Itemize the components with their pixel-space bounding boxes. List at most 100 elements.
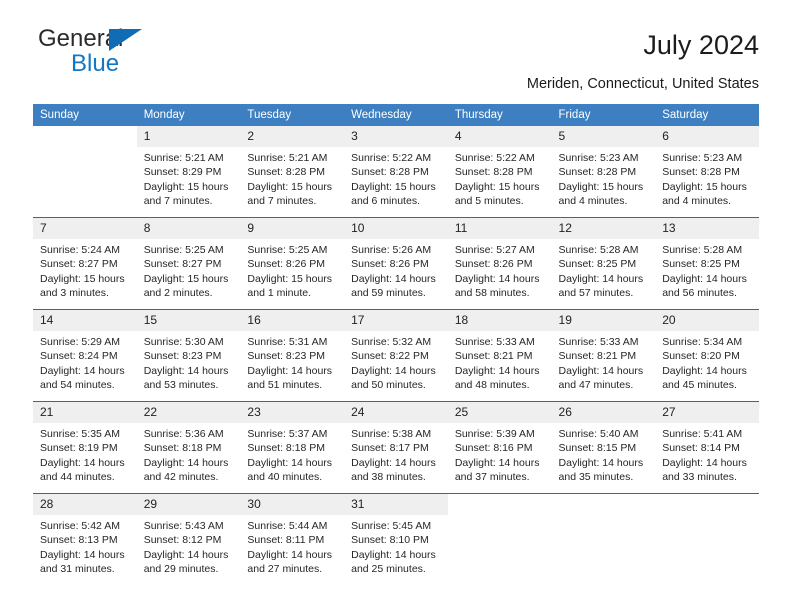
sunset-line: Sunset: 8:26 PM xyxy=(247,258,326,271)
sunrise-line: Sunrise: 5:36 AM xyxy=(143,428,224,440)
day-details: Sunrise: 5:24 AM Sunset: 8:27 PM Daylight:… xyxy=(33,239,137,301)
calendar-day-cell[interactable]: 19 Sunrise: 5:33 AM Sunset: 8:21 PM Dayligh… xyxy=(551,309,656,402)
calendar-day-cell[interactable]: 2 Sunrise: 5:21 AM Sunset: 8:28 PM Daylight… xyxy=(240,126,345,218)
calendar-day-cell[interactable]: 5 Sunrise: 5:23 AM Sunset: 8:28 PM Daylight… xyxy=(551,126,656,218)
calendar-day-cell[interactable]: 21 Sunrise: 5:35 AM Sunset: 8:19 PM Dayligh… xyxy=(33,401,137,494)
calendar-day-cell[interactable]: 28 Sunrise: 5:42 AM Sunset: 8:13 PM Dayligh… xyxy=(33,493,137,585)
sunset-line: Sunset: 8:20 PM xyxy=(662,350,740,363)
calendar-day-cell[interactable] xyxy=(33,126,137,218)
daylight-line-1: Daylight: 14 hours xyxy=(351,272,436,285)
day-number: 31 xyxy=(344,494,448,515)
day-details: Sunrise: 5:21 AM Sunset: 8:29 PM Daylight:… xyxy=(137,147,241,209)
calendar-day-cell[interactable]: 17 Sunrise: 5:32 AM Sunset: 8:22 PM Dayligh… xyxy=(344,309,448,402)
daylight-line-1: Daylight: 14 hours xyxy=(662,272,747,285)
calendar-day-cell[interactable]: 27 Sunrise: 5:41 AM Sunset: 8:14 PM Dayligh… xyxy=(655,401,759,494)
day-details xyxy=(33,147,137,151)
calendar-day-cell[interactable]: 6 Sunrise: 5:23 AM Sunset: 8:28 PM Daylight… xyxy=(655,126,759,218)
day-number xyxy=(33,126,137,147)
sunrise-line: Sunrise: 5:21 AM xyxy=(143,152,224,164)
calendar-day-cell[interactable]: 31 Sunrise: 5:45 AM Sunset: 8:10 PM Dayligh… xyxy=(344,493,448,585)
calendar-day-cell[interactable]: 12 Sunrise: 5:28 AM Sunset: 8:25 PM Dayligh… xyxy=(551,217,656,310)
calendar-day-cell[interactable] xyxy=(447,493,552,585)
sunrise-line: Sunrise: 5:22 AM xyxy=(454,152,535,164)
sunset-line: Sunset: 8:28 PM xyxy=(351,166,429,179)
calendar-day-cell[interactable]: 26 Sunrise: 5:40 AM Sunset: 8:15 PM Dayligh… xyxy=(551,401,656,494)
calendar-day-cell[interactable]: 1 Sunrise: 5:21 AM Sunset: 8:29 PM Daylight… xyxy=(136,126,241,218)
daylight-line-2: and 53 minutes. xyxy=(143,379,219,392)
weekday-header-friday: Friday xyxy=(551,104,656,126)
daylight-line-2: and 45 minutes. xyxy=(662,379,737,392)
calendar-day-cell[interactable]: 11 Sunrise: 5:27 AM Sunset: 8:26 PM Dayligh… xyxy=(447,217,552,310)
calendar-day-cell[interactable]: 20 Sunrise: 5:34 AM Sunset: 8:20 PM Dayligh… xyxy=(655,309,759,402)
sunrise-line: Sunrise: 5:41 AM xyxy=(662,428,743,440)
calendar-day-cell[interactable]: 23 Sunrise: 5:37 AM Sunset: 8:18 PM Dayligh… xyxy=(240,401,345,494)
daylight-line-2: and 51 minutes. xyxy=(247,379,323,392)
day-number xyxy=(552,494,656,515)
calendar-day-cell[interactable]: 22 Sunrise: 5:36 AM Sunset: 8:18 PM Dayligh… xyxy=(136,401,241,494)
calendar-day-cell[interactable] xyxy=(551,493,656,585)
sunrise-sunset-calendar: Sunday Monday Tuesday Wednesday Thursday… xyxy=(33,104,759,585)
sunrise-line: Sunrise: 5:33 AM xyxy=(454,336,535,348)
day-details: Sunrise: 5:34 AM Sunset: 8:20 PM Daylight:… xyxy=(655,331,759,393)
calendar-day-cell[interactable]: 3 Sunrise: 5:22 AM Sunset: 8:28 PM Daylight… xyxy=(344,126,448,218)
sunset-line: Sunset: 8:29 PM xyxy=(143,166,222,179)
day-details: Sunrise: 5:35 AM Sunset: 8:19 PM Daylight:… xyxy=(33,423,137,485)
daylight-line-1: Daylight: 15 hours xyxy=(40,272,125,285)
sunrise-line: Sunrise: 5:32 AM xyxy=(351,336,432,348)
day-number: 15 xyxy=(136,310,241,331)
sunrise-line: Sunrise: 5:23 AM xyxy=(558,152,639,164)
daylight-line-1: Daylight: 14 hours xyxy=(454,272,540,285)
calendar-day-cell[interactable]: 8 Sunrise: 5:25 AM Sunset: 8:27 PM Daylight… xyxy=(136,217,241,310)
calendar-day-cell[interactable]: 4 Sunrise: 5:22 AM Sunset: 8:28 PM Daylight… xyxy=(447,126,552,218)
daylight-line-2: and 50 minutes. xyxy=(351,379,426,392)
daylight-line-1: Daylight: 14 hours xyxy=(558,272,644,285)
calendar-day-cell[interactable]: 24 Sunrise: 5:38 AM Sunset: 8:17 PM Dayligh… xyxy=(344,401,448,494)
calendar-day-cell[interactable]: 10 Sunrise: 5:26 AM Sunset: 8:26 PM Dayligh… xyxy=(344,217,448,310)
sunrise-line: Sunrise: 5:27 AM xyxy=(454,244,535,256)
day-details: Sunrise: 5:21 AM Sunset: 8:28 PM Daylight:… xyxy=(240,147,344,209)
calendar-week-row: 21 Sunrise: 5:35 AM Sunset: 8:19 PM Dayligh… xyxy=(33,401,759,494)
day-details: Sunrise: 5:40 AM Sunset: 8:15 PM Daylight:… xyxy=(552,423,656,485)
sunrise-line: Sunrise: 5:45 AM xyxy=(351,520,432,532)
sunset-line: Sunset: 8:18 PM xyxy=(143,442,222,455)
daylight-line-2: and 42 minutes. xyxy=(143,471,219,484)
calendar-day-cell[interactable]: 15 Sunrise: 5:30 AM Sunset: 8:23 PM Dayligh… xyxy=(136,309,241,402)
calendar-day-cell[interactable]: 16 Sunrise: 5:31 AM Sunset: 8:23 PM Dayligh… xyxy=(240,309,345,402)
calendar-day-cell[interactable]: 29 Sunrise: 5:43 AM Sunset: 8:12 PM Dayligh… xyxy=(136,493,241,585)
day-details: Sunrise: 5:29 AM Sunset: 8:24 PM Daylight:… xyxy=(33,331,137,393)
day-details: Sunrise: 5:42 AM Sunset: 8:13 PM Daylight:… xyxy=(33,515,137,577)
calendar-week-row: 7 Sunrise: 5:24 AM Sunset: 8:27 PM Daylight… xyxy=(33,217,759,310)
daylight-line-1: Daylight: 14 hours xyxy=(558,364,644,377)
calendar-day-cell[interactable] xyxy=(655,493,759,585)
sunset-line: Sunset: 8:10 PM xyxy=(351,534,429,547)
calendar-day-cell[interactable]: 30 Sunrise: 5:44 AM Sunset: 8:11 PM Dayligh… xyxy=(240,493,345,585)
calendar-day-cell[interactable]: 13 Sunrise: 5:28 AM Sunset: 8:25 PM Dayligh… xyxy=(655,217,759,310)
day-details: Sunrise: 5:23 AM Sunset: 8:28 PM Daylight:… xyxy=(655,147,759,209)
day-details: Sunrise: 5:43 AM Sunset: 8:12 PM Daylight:… xyxy=(137,515,241,577)
daylight-line-1: Daylight: 14 hours xyxy=(558,456,644,469)
day-number: 16 xyxy=(240,310,345,331)
sunset-line: Sunset: 8:18 PM xyxy=(247,442,326,455)
sunset-line: Sunset: 8:16 PM xyxy=(454,442,533,455)
day-number: 5 xyxy=(551,126,656,147)
sunset-line: Sunset: 8:26 PM xyxy=(351,258,429,271)
calendar-day-cell[interactable]: 9 Sunrise: 5:25 AM Sunset: 8:26 PM Daylight… xyxy=(240,217,345,310)
calendar-day-cell[interactable]: 7 Sunrise: 5:24 AM Sunset: 8:27 PM Daylight… xyxy=(33,217,137,310)
calendar-day-cell[interactable]: 25 Sunrise: 5:39 AM Sunset: 8:16 PM Dayligh… xyxy=(447,401,552,494)
daylight-line-1: Daylight: 14 hours xyxy=(247,548,333,561)
daylight-line-2: and 33 minutes. xyxy=(662,471,737,484)
day-details xyxy=(552,515,656,519)
calendar-day-cell[interactable]: 14 Sunrise: 5:29 AM Sunset: 8:24 PM Dayligh… xyxy=(33,309,137,402)
sunrise-line: Sunrise: 5:25 AM xyxy=(247,244,328,256)
daylight-line-2: and 57 minutes. xyxy=(558,287,634,300)
day-details: Sunrise: 5:31 AM Sunset: 8:23 PM Daylight:… xyxy=(240,331,344,393)
sunrise-line: Sunrise: 5:26 AM xyxy=(351,244,432,256)
day-details: Sunrise: 5:41 AM Sunset: 8:14 PM Daylight:… xyxy=(655,423,759,485)
day-number: 7 xyxy=(33,218,137,239)
day-details: Sunrise: 5:39 AM Sunset: 8:16 PM Daylight:… xyxy=(448,423,552,485)
sunrise-line: Sunrise: 5:34 AM xyxy=(662,336,743,348)
daylight-line-2: and 4 minutes. xyxy=(662,195,732,208)
sunset-line: Sunset: 8:23 PM xyxy=(247,350,326,363)
page-subtitle: Meriden, Connecticut, United States xyxy=(526,76,759,92)
calendar-day-cell[interactable]: 18 Sunrise: 5:33 AM Sunset: 8:21 PM Dayligh… xyxy=(447,309,552,402)
